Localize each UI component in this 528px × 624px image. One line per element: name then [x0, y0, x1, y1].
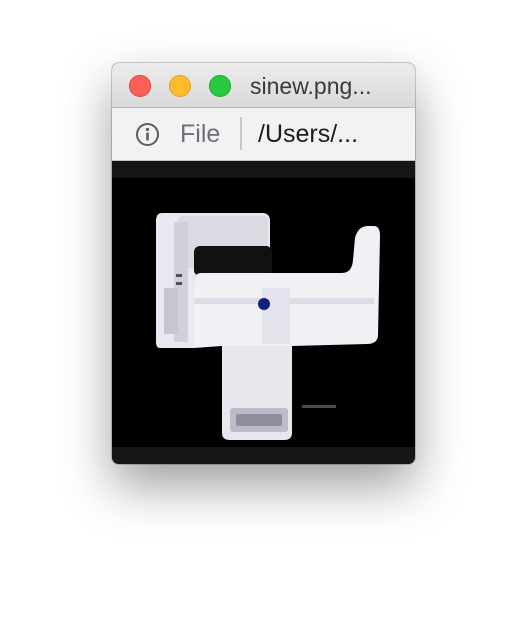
preview-window: sinew.png... File /Users/... — [112, 63, 415, 464]
zoom-button[interactable] — [209, 75, 231, 97]
preview-area — [112, 161, 415, 464]
title-bar[interactable]: sinew.png... — [112, 63, 415, 108]
image-preview — [112, 178, 415, 447]
minimize-button[interactable] — [169, 75, 191, 97]
info-circle-icon[interactable] — [135, 122, 160, 147]
file-path[interactable]: /Users/... — [258, 120, 358, 149]
file-tab[interactable]: File — [180, 120, 220, 149]
window-title: sinew.png... — [250, 73, 372, 99]
close-button[interactable] — [129, 75, 151, 97]
toolbar: File /Users/... — [112, 108, 415, 161]
toolbar-divider — [240, 117, 242, 150]
